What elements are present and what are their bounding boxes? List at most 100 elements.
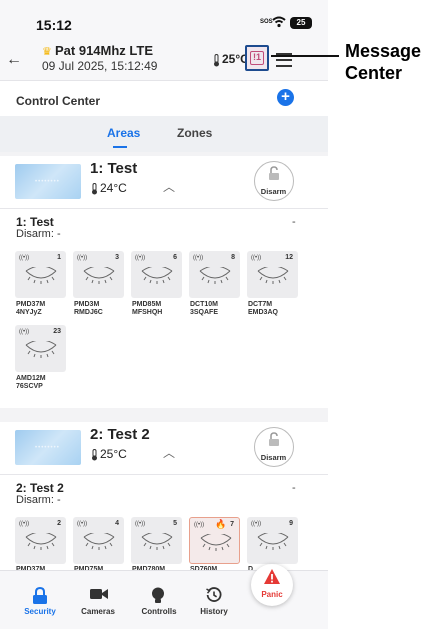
zone-tile-alarm[interactable]: ((•)) 🔥 7 <box>189 517 240 564</box>
control-center-bar: Control Center + <box>0 80 328 116</box>
signal-icon: ((•)) <box>19 329 30 335</box>
site-name: Pat 914Mhz LTE <box>55 43 154 58</box>
zone-number: 4 <box>115 520 119 527</box>
message-badge: !1 <box>250 51 264 65</box>
area-card-header[interactable]: •••••••• 1: Test 24°C ︿ Disarm <box>0 156 328 210</box>
signal-icon: ((•)) <box>19 255 30 261</box>
motion-sensor-icon <box>257 533 289 550</box>
nav-security[interactable]: Security <box>10 571 70 629</box>
zone-label: AMD12M 76SCVP <box>16 375 46 390</box>
zone-tile[interactable]: ((•)) 3 <box>73 251 124 298</box>
thermometer-icon <box>214 54 219 67</box>
area-detail-status: Disarm: - <box>16 494 61 506</box>
tab-bar: Areas Zones <box>0 116 328 152</box>
motion-sensor-icon <box>141 533 173 550</box>
zone-label: PMD85M MFSHQH <box>132 301 163 316</box>
sos-indicator: SOS <box>260 19 273 25</box>
area-name: 2: Test 2 <box>90 426 150 443</box>
area-card-header[interactable]: •••••••• 2: Test 2 25°C ︿ Disarm <box>0 422 328 476</box>
zone-tile[interactable]: ((•)) 1 <box>15 251 66 298</box>
zone-tile[interactable]: ((•)) 9 <box>247 517 298 564</box>
motion-sensor-icon <box>83 533 115 550</box>
tab-areas[interactable]: Areas <box>107 126 140 140</box>
message-center-button[interactable]: !1 <box>245 45 269 71</box>
zone-tile[interactable]: ((•)) 2 <box>15 517 66 564</box>
zone-number: 2 <box>57 520 61 527</box>
zone-tile[interactable]: ((•)) 8 <box>189 251 240 298</box>
area-name: 1: Test <box>90 160 138 177</box>
status-bar: 15:12 SOS 25 <box>0 0 328 40</box>
zone-number: 5 <box>173 520 177 527</box>
nav-cameras[interactable]: Cameras <box>68 571 128 629</box>
nav-label: Security <box>24 607 56 616</box>
nav-history[interactable]: History <box>184 571 244 629</box>
motion-sensor-icon <box>25 341 57 358</box>
unlock-icon <box>269 432 279 446</box>
thermometer-icon <box>92 183 97 195</box>
add-button[interactable]: + <box>277 89 294 106</box>
zone-tile[interactable]: ((•)) 6 <box>131 251 182 298</box>
disarm-button[interactable]: Disarm <box>254 427 294 467</box>
nav-controlls[interactable]: Controlls <box>129 571 189 629</box>
disarm-button[interactable]: Disarm <box>254 161 294 201</box>
area-temperature: 25°C <box>100 447 127 461</box>
area-detail: 1: Test Disarm: - - ((•)) 1 PMD37M 4NYJyZ… <box>0 208 328 408</box>
area-detail-value: - <box>292 216 296 228</box>
zone-number: 7 <box>230 521 234 528</box>
signal-icon: ((•)) <box>251 255 262 261</box>
motion-sensor-icon <box>25 267 57 284</box>
zone-label: PMD3M RMDJ6C <box>74 301 103 316</box>
battery-icon: 25 <box>290 17 312 29</box>
area-detail-title: 2: Test 2 <box>16 481 64 495</box>
panic-button[interactable]: Panic <box>251 564 293 606</box>
nav-label: History <box>200 607 228 616</box>
app-screen: 15:12 SOS 25 ← ♛ Pat 914Mhz LTE 09 Jul 2… <box>0 0 328 629</box>
area-temperature: 24°C <box>100 181 127 195</box>
callout-line <box>271 55 339 57</box>
warning-icon <box>264 569 280 584</box>
area-image: •••••••• <box>15 164 81 199</box>
wifi-icon <box>272 16 286 28</box>
chevron-up-icon[interactable]: ︿ <box>163 444 175 461</box>
unlock-icon <box>269 166 279 180</box>
zone-label: DCT7M EMD3AQ <box>248 301 278 316</box>
zone-tile[interactable]: ((•)) 23 <box>15 325 66 372</box>
fire-icon: 🔥 <box>215 519 227 529</box>
nav-label: Controlls <box>141 607 177 616</box>
zone-label: DCT10M 3SQAFE <box>190 301 219 316</box>
disarm-label: Disarm <box>260 187 287 196</box>
area-detail-status: Disarm: - <box>16 228 61 240</box>
zone-label: PMD37M 4NYJyZ <box>16 301 46 316</box>
chevron-up-icon[interactable]: ︿ <box>163 178 175 195</box>
disarm-label: Disarm <box>260 453 287 462</box>
back-arrow-icon[interactable]: ← <box>6 50 22 70</box>
motion-sensor-icon <box>199 267 231 284</box>
zone-number: 6 <box>173 254 177 261</box>
signal-icon: ((•)) <box>135 521 146 527</box>
lock-icon <box>33 587 47 604</box>
panic-label: Panic <box>261 590 283 599</box>
motion-sensor-icon <box>200 534 232 551</box>
tab-zones[interactable]: Zones <box>177 126 212 140</box>
motion-sensor-icon <box>141 267 173 284</box>
status-time: 15:12 <box>36 17 72 33</box>
signal-icon: ((•)) <box>135 255 146 261</box>
header: ← ♛ Pat 914Mhz LTE 09 Jul 2025, 15:12:49… <box>0 40 328 80</box>
zone-tile[interactable]: ((•)) 12 <box>247 251 298 298</box>
zone-number: 23 <box>53 328 61 335</box>
control-center-title: Control Center <box>16 94 100 108</box>
zone-tile[interactable]: ((•)) 4 <box>73 517 124 564</box>
zone-number: 12 <box>285 254 293 261</box>
signal-icon: ((•)) <box>77 521 88 527</box>
site-datetime: 09 Jul 2025, 15:12:49 <box>42 59 158 73</box>
zone-number: 1 <box>57 254 61 261</box>
signal-icon: ((•)) <box>193 255 204 261</box>
motion-sensor-icon <box>83 267 115 284</box>
area-detail-value: - <box>292 482 296 494</box>
area-detail: 2: Test 2 Disarm: - - ((•)) 2 PMD37M ((•… <box>0 474 328 573</box>
active-tab-indicator <box>113 146 127 148</box>
signal-icon: ((•)) <box>194 522 205 528</box>
motion-sensor-icon <box>257 267 289 284</box>
bulb-icon <box>152 587 164 603</box>
zone-tile[interactable]: ((•)) 5 <box>131 517 182 564</box>
